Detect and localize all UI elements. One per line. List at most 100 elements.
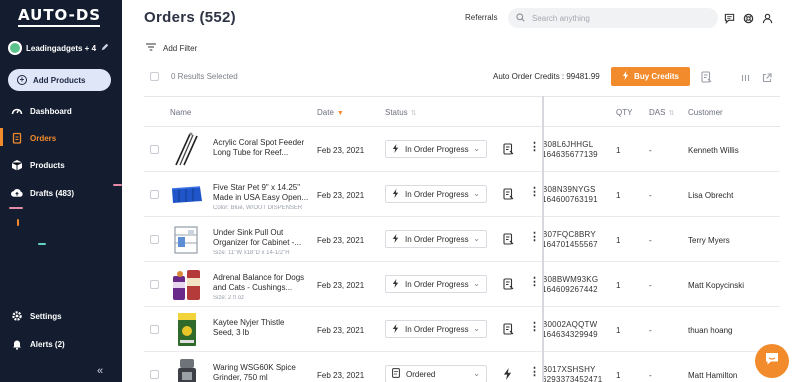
bulk-toolbar: 0 Results Selected Auto Order Credits : … [144, 64, 780, 90]
product-name[interactable]: Five Star Pet 9" x 14.25" Made in USA Eas… [213, 183, 311, 203]
sidebar-item-label: Dashboard [30, 106, 72, 116]
columns-icon[interactable] [741, 70, 753, 82]
sidebar-item-dashboard[interactable]: Dashboard [0, 100, 122, 122]
pencil-icon[interactable] [101, 43, 109, 53]
lightning-icon [392, 323, 399, 335]
product-thumbnail[interactable] [170, 266, 204, 303]
asin[interactable]: B08L6JHHGL [542, 140, 598, 150]
chat-bubble-icon [764, 351, 780, 371]
product-thumbnail[interactable] [170, 131, 204, 168]
asin[interactable]: B08BWM93KG [542, 275, 598, 285]
col-das[interactable]: DAS ⇅ [649, 108, 674, 117]
lightning-action-icon[interactable] [503, 368, 515, 380]
col-date[interactable]: Date ▼ [317, 108, 344, 117]
col-qty[interactable]: QTY [616, 108, 632, 117]
product-name-line: Organizer for Cabinet -... [213, 238, 302, 247]
product-name[interactable]: Kaytee Nyjer Thistle Seed, 3 lb [213, 318, 311, 338]
add-products-button[interactable]: + Add Products [8, 69, 111, 91]
referrals-link[interactable]: Referrals [465, 13, 497, 22]
chevron-down-icon: ⌄ [473, 279, 480, 288]
asin[interactable]: B07FQC8BRY [542, 230, 598, 240]
more-actions-icon[interactable]: ⋮ [529, 231, 540, 243]
store-selector[interactable]: Leadingadgets + 4 [8, 40, 116, 56]
collapse-sidebar-button[interactable]: « [97, 365, 103, 377]
product-name[interactable]: Waring WSG60K Spice Grinder, 750 ml [213, 363, 311, 382]
table-header: Name Date ▼ Status ⇅ QTY DAS ⇅ Customer [144, 96, 780, 127]
status-dropdown[interactable]: In Order Progress ⌄ [385, 320, 487, 338]
chat-message-icon[interactable] [724, 11, 736, 24]
product-name-line: Adrenal Balance for Dogs [213, 273, 305, 282]
sidebar-item-drafts[interactable]: Drafts (483) [0, 182, 122, 204]
row-checkbox[interactable] [150, 235, 159, 244]
table-row[interactable]: Five Star Pet 9" x 14.25" Made in USA Eas… [144, 172, 780, 217]
sidebar-item-products[interactable]: Products [0, 154, 122, 176]
more-actions-icon[interactable]: ⋮ [529, 321, 540, 333]
asin[interactable]: B017XSHSHY [542, 365, 602, 375]
external-link-icon[interactable] [762, 70, 774, 83]
select-all-checkbox[interactable] [150, 72, 159, 81]
quantity: 1 [616, 236, 621, 245]
support-chat-button[interactable] [755, 344, 789, 378]
user-icon[interactable] [762, 11, 774, 24]
quantity: 1 [616, 371, 621, 380]
buy-credits-button[interactable]: Buy Credits [611, 67, 690, 86]
sidebar-item-orders[interactable]: Orders [0, 127, 122, 149]
das-value: - [649, 236, 652, 245]
add-filter-button[interactable]: Add Filter [146, 43, 197, 53]
asin[interactable]: B08N39NYGS [542, 185, 598, 195]
export-order-icon[interactable] [701, 70, 713, 83]
search-input[interactable]: Search anything [508, 8, 718, 28]
product-name[interactable]: Adrenal Balance for Dogs and Cats - Cushi… [213, 273, 311, 293]
table-row[interactable]: Kaytee Nyjer Thistle Seed, 3 lb Feb 23, 2… [144, 307, 780, 352]
more-actions-icon[interactable]: ⋮ [529, 141, 540, 153]
frozen-column-divider[interactable] [542, 96, 544, 382]
row-checkbox[interactable] [150, 190, 159, 199]
more-actions-icon[interactable]: ⋮ [529, 366, 540, 378]
asin[interactable]: B0002AQQTW [542, 320, 598, 330]
product-name-line: Made in USA Easy Open... [213, 193, 309, 202]
lifebuoy-icon[interactable] [743, 11, 755, 24]
search-icon [516, 12, 525, 24]
product-thumbnail[interactable] [170, 176, 204, 213]
col-status[interactable]: Status ⇅ [385, 108, 417, 117]
row-checkbox[interactable] [150, 370, 159, 379]
sort-icon[interactable]: ⇅ [411, 110, 417, 117]
product-thumbnail[interactable] [170, 221, 204, 258]
order-details-icon[interactable] [503, 233, 515, 245]
add-products-label: Add Products [33, 75, 86, 85]
sidebar-item-settings[interactable]: Settings [0, 305, 122, 327]
status-dropdown[interactable]: In Order Progress ⌄ [385, 140, 487, 158]
product-name[interactable]: Under Sink Pull Out Organizer for Cabinet… [213, 228, 311, 248]
table-row[interactable]: Adrenal Balance for Dogs and Cats - Cushi… [144, 262, 780, 307]
order-date: Feb 23, 2021 [317, 371, 365, 380]
status-dropdown[interactable]: In Order Progress ⌄ [385, 230, 487, 248]
decor-mark [38, 243, 46, 245]
product-thumbnail[interactable] [170, 356, 204, 382]
orders-table: Name Date ▼ Status ⇅ QTY DAS ⇅ Customer Acr… [144, 96, 780, 382]
more-actions-icon[interactable]: ⋮ [529, 186, 540, 198]
gear-icon [11, 310, 23, 322]
row-checkbox[interactable] [150, 280, 159, 289]
col-customer[interactable]: Customer [688, 108, 723, 117]
order-details-icon[interactable] [503, 278, 515, 290]
table-row[interactable]: Under Sink Pull Out Organizer for Cabinet… [144, 217, 780, 262]
status-dropdown[interactable]: In Order Progress ⌄ [385, 275, 487, 293]
table-row[interactable]: Acrylic Coral Spot Feeder Long Tube for R… [144, 127, 780, 172]
table-row[interactable]: Waring WSG60K Spice Grinder, 750 ml Feb 2… [144, 352, 780, 382]
sidebar-item-alerts[interactable]: Alerts (2) [0, 333, 122, 355]
sort-desc-icon[interactable]: ▼ [337, 110, 344, 117]
more-actions-icon[interactable]: ⋮ [529, 276, 540, 288]
status-dropdown[interactable]: In Order Progress ⌄ [385, 185, 487, 203]
row-checkbox[interactable] [150, 325, 159, 334]
product-thumbnail[interactable] [170, 311, 204, 348]
sort-icon[interactable]: ⇅ [668, 110, 674, 117]
status-dropdown[interactable]: Ordered ⌄ [385, 365, 487, 382]
sidebar-item-label: Alerts (2) [30, 339, 65, 349]
order-details-icon[interactable] [503, 188, 515, 200]
col-name[interactable]: Name [170, 108, 191, 117]
row-checkbox[interactable] [150, 145, 159, 154]
product-name[interactable]: Acrylic Coral Spot Feeder Long Tube for R… [213, 138, 311, 158]
order-details-icon[interactable] [503, 323, 515, 335]
order-details-icon[interactable] [503, 143, 515, 155]
autods-logo[interactable]: AUTO-DS [18, 6, 101, 24]
